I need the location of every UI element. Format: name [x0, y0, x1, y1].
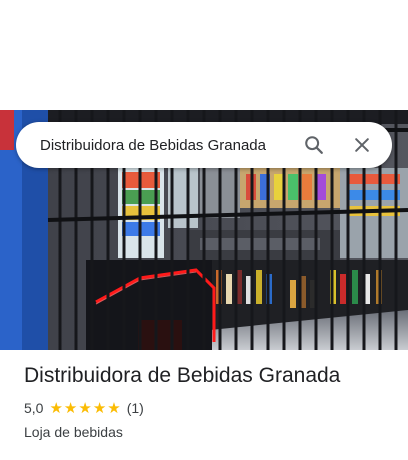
close-icon [355, 138, 369, 152]
star-icon: ★ [92, 399, 107, 417]
star-icon: ★ [107, 399, 121, 417]
clear-search-button[interactable] [342, 125, 382, 165]
star-rating: ★ ★ ★ ★ ★ [49, 401, 121, 416]
review-count[interactable]: (1) [127, 400, 144, 416]
star-icon: ★ [78, 399, 92, 417]
rating-value: 5,0 [24, 400, 44, 416]
search-query-text[interactable]: Distribuidora de Bebidas Granada [40, 137, 294, 154]
star-icon: ★ [63, 399, 78, 417]
place-category: Loja de bebidas [24, 424, 123, 440]
rating-row[interactable]: 5,0 ★ ★ ★ ★ ★ (1) [24, 400, 394, 416]
place-info-panel: Distribuidora de Bebidas Granada 5,0 ★ ★… [24, 362, 394, 440]
map-top-area [0, 0, 408, 110]
search-icon [305, 136, 323, 154]
search-bar[interactable]: Distribuidora de Bebidas Granada [16, 122, 392, 168]
place-title[interactable]: Distribuidora de Bebidas Granada [24, 362, 394, 390]
star-icon: ★ [49, 399, 63, 417]
search-button[interactable] [294, 125, 334, 165]
